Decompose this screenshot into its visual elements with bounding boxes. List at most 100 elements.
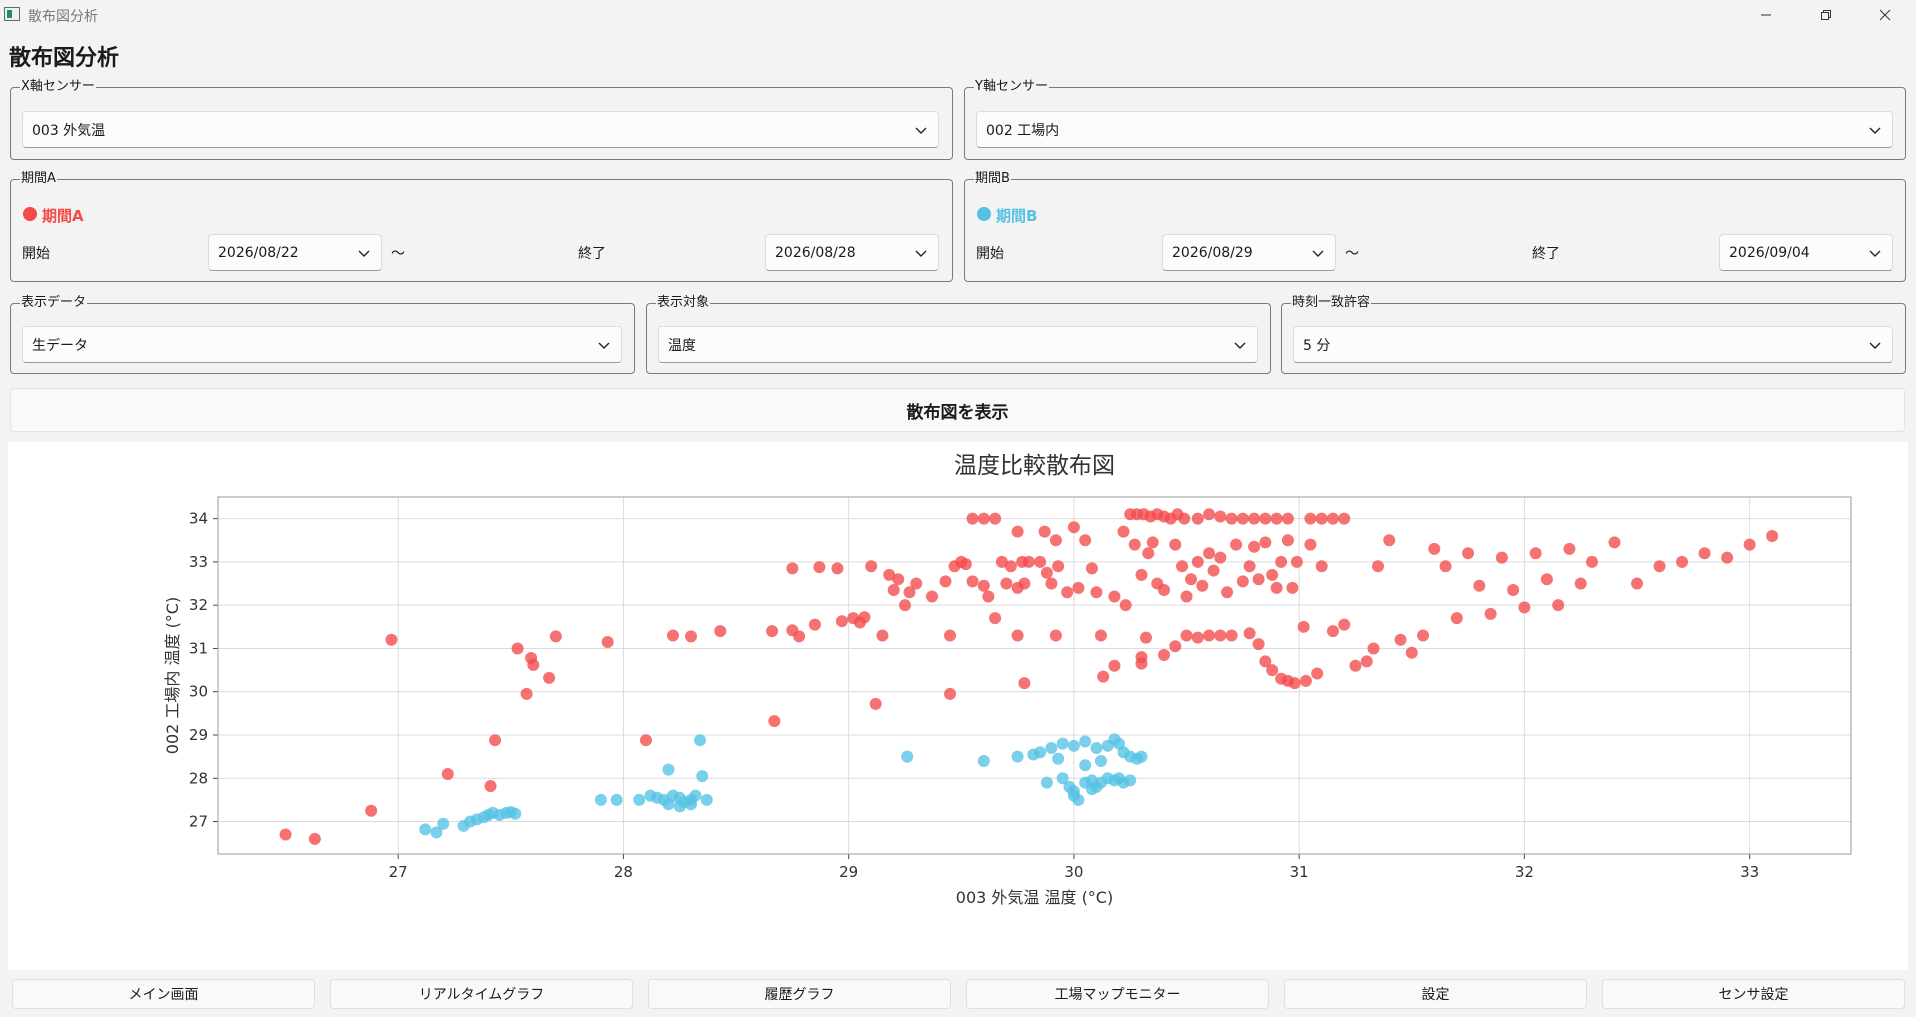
data-point-period-a <box>939 575 952 588</box>
data-point-period-a <box>1450 612 1463 625</box>
data-point-period-b <box>1090 741 1103 754</box>
data-point-period-a <box>1135 568 1148 581</box>
data-point-period-a <box>858 611 871 624</box>
nav-factory-map-button[interactable]: 工場マップモニター <box>966 979 1269 1009</box>
display-data-legend: 表示データ <box>21 295 87 310</box>
display-data-select[interactable]: 生データ <box>22 326 622 363</box>
period-a-start-date[interactable]: 2026/08/22 <box>208 234 382 271</box>
data-point-period-a <box>1286 581 1299 594</box>
data-point-period-a <box>1117 525 1130 538</box>
period-b-end-date[interactable]: 2026/09/04 <box>1719 234 1893 271</box>
y-sensor-legend: Y軸センサー <box>975 79 1048 94</box>
period-b-end-value: 2026/09/04 <box>1729 244 1810 261</box>
data-point-period-a <box>1169 538 1182 551</box>
data-point-period-a <box>1563 542 1576 555</box>
data-point-period-a <box>1203 629 1216 642</box>
display-target-value: 温度 <box>668 337 696 354</box>
data-point-period-a <box>944 629 957 642</box>
data-point-period-a <box>1230 538 1243 551</box>
y-axis-label: 002 工場内 温度 (°C) <box>163 597 182 754</box>
data-point-period-a <box>1266 664 1279 677</box>
data-point-period-a <box>1270 512 1283 525</box>
time-tolerance-select[interactable]: 5 分 <box>1293 326 1893 363</box>
nav-realtime-graph-button[interactable]: リアルタイムグラフ <box>330 979 633 1009</box>
nav-sensor-settings-button[interactable]: センサ設定 <box>1602 979 1905 1009</box>
data-point-period-a <box>308 832 321 845</box>
period-b-start-date[interactable]: 2026/08/29 <box>1162 234 1336 271</box>
nav-main-button[interactable]: メイン画面 <box>12 979 315 1009</box>
data-point-period-b <box>662 798 675 811</box>
display-target-select[interactable]: 温度 <box>658 326 1258 363</box>
nav-history-graph-button[interactable]: 履歴グラフ <box>648 979 951 1009</box>
x-tick-label: 27 <box>389 863 408 881</box>
data-point-period-a <box>876 629 889 642</box>
data-point-period-b <box>1079 735 1092 748</box>
data-point-period-a <box>977 512 990 525</box>
data-point-period-b <box>1124 774 1137 787</box>
data-point-period-a <box>887 584 900 597</box>
data-point-period-a <box>601 635 614 648</box>
data-point-period-a <box>1266 568 1279 581</box>
period-a-start-value: 2026/08/22 <box>218 244 299 261</box>
data-point-period-a <box>1236 512 1249 525</box>
data-point-period-a <box>944 687 957 700</box>
data-point-period-a <box>520 687 533 700</box>
data-point-period-a <box>1297 620 1310 633</box>
data-point-period-a <box>989 612 1002 625</box>
close-icon[interactable] <box>1862 0 1908 30</box>
data-point-period-a <box>1207 564 1220 577</box>
data-point-period-a <box>1349 659 1362 672</box>
period-b-legend: 期間B <box>975 171 1010 186</box>
app-icon <box>4 7 20 21</box>
data-point-period-a <box>768 715 781 728</box>
minimize-icon[interactable] <box>1743 0 1789 30</box>
data-point-period-a <box>1085 562 1098 575</box>
data-point-period-a <box>1045 577 1058 590</box>
data-point-period-b <box>1045 741 1058 754</box>
data-point-period-b <box>1094 754 1107 767</box>
data-point-period-b <box>1040 776 1053 789</box>
data-point-period-a <box>639 734 652 747</box>
period-b-start-value: 2026/08/29 <box>1172 244 1253 261</box>
data-point-period-a <box>869 697 882 710</box>
x-tick-label: 28 <box>614 863 633 881</box>
data-point-period-a <box>1022 555 1035 568</box>
data-point-period-a <box>1000 577 1013 590</box>
data-point-period-a <box>966 512 979 525</box>
data-point-period-a <box>1180 629 1193 642</box>
data-point-period-a <box>1608 536 1621 549</box>
data-point-period-a <box>808 618 821 631</box>
data-point-period-a <box>1552 599 1565 612</box>
data-point-period-a <box>1018 677 1031 690</box>
show-scatter-button[interactable]: 散布図を表示 <box>10 388 1905 432</box>
data-point-period-a <box>898 599 911 612</box>
data-point-period-a <box>1090 586 1103 599</box>
data-point-period-a <box>1383 534 1396 547</box>
data-point-period-a <box>1360 655 1373 668</box>
data-point-period-a <box>989 512 1002 525</box>
data-point-period-a <box>1011 525 1024 538</box>
period-a-name: 期間A <box>42 207 84 225</box>
data-point-period-a <box>1326 512 1339 525</box>
y-sensor-select[interactable]: 002 工場内 <box>976 111 1893 148</box>
period-a-end-date[interactable]: 2026/08/28 <box>765 234 939 271</box>
restore-icon[interactable] <box>1803 0 1849 30</box>
data-point-period-a <box>977 579 990 592</box>
data-point-period-a <box>1248 540 1261 553</box>
data-point-period-b <box>1085 774 1098 787</box>
data-point-period-a <box>1061 586 1074 599</box>
data-point-period-a <box>926 590 939 603</box>
data-point-period-b <box>610 793 623 806</box>
x-sensor-select[interactable]: 003 外気温 <box>22 111 939 148</box>
nav-settings-button[interactable]: 設定 <box>1284 979 1587 1009</box>
data-point-period-a <box>959 558 972 571</box>
data-point-period-a <box>1176 560 1189 573</box>
data-point-period-b <box>437 817 450 830</box>
x-sensor-value: 003 外気温 <box>32 122 106 139</box>
data-point-period-a <box>892 573 905 586</box>
data-point-period-a <box>1139 631 1152 644</box>
x-tick-label: 32 <box>1515 863 1534 881</box>
data-point-period-a <box>1214 510 1227 523</box>
data-point-period-a <box>1094 629 1107 642</box>
data-point-period-b <box>1135 750 1148 763</box>
